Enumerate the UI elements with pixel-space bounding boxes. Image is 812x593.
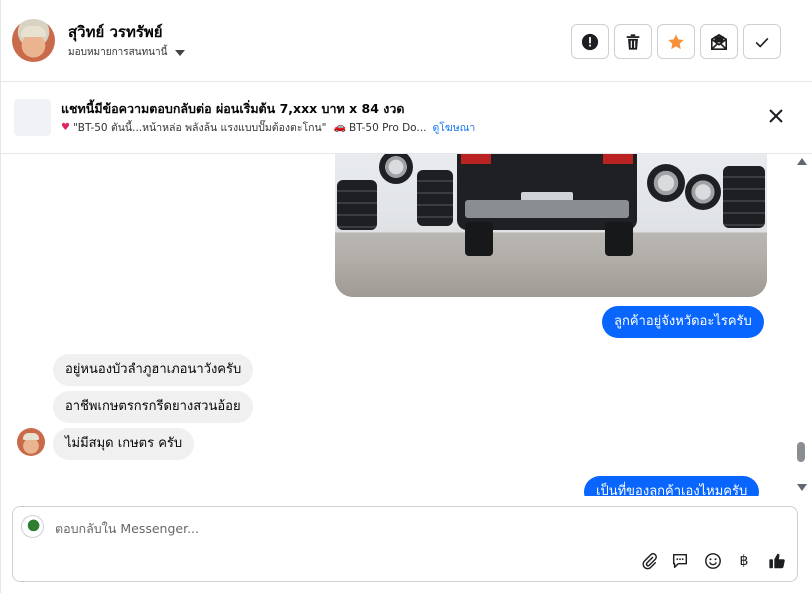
messenger-conversation: สุวิทย์ วรทรัพย์ มอบหมายการสนทนานี้ แชทน… [0,0,812,593]
photo-taillight [603,154,633,164]
ad-name: BT-50 Pro Do... [348,121,427,134]
ad-banner-details: ♥ "BT-50 ตันนี้...หน้าหล่อ พลังล้น แรงแบ… [61,119,475,136]
saved-replies-button[interactable] [669,550,691,572]
photo-truck-tire [605,222,633,256]
page-avatar [21,515,44,538]
scroll-down-arrow-icon[interactable] [797,484,807,491]
checkmark-icon [755,37,769,48]
report-button[interactable] [571,24,609,59]
mark-done-button[interactable] [743,24,781,59]
reply-composer: ฿ [12,506,798,582]
caret-down-icon [175,49,186,56]
vehicle-photo-attachment[interactable] [335,154,767,297]
star-button[interactable] [657,24,695,59]
message-bubble-outgoing[interactable]: เป็นที่ของลูกค้าเองไหมครับ [584,476,760,496]
report-icon [581,33,599,50]
photo-floor [335,256,767,297]
reply-input[interactable] [55,518,635,538]
message-bubble-incoming[interactable]: อาชีพเกษตรกรกรีดยางสวนอ้อย [53,391,253,423]
photo-truck-tire [465,222,493,256]
photo-wheel [379,154,413,184]
like-button[interactable] [766,550,788,572]
close-icon[interactable] [765,105,787,127]
message-list[interactable]: ลูกค้าอยู่จังหวัดอะไรครับ อยู่หนองบัวลำภ… [1,154,795,496]
saved-reply-icon [672,553,688,569]
attach-file-button[interactable] [638,550,660,572]
photo-truck [457,154,637,230]
photo-bumper [465,200,629,218]
emoji-button[interactable] [702,550,724,572]
mark-unread-button[interactable] [700,24,738,59]
contact-small-avatar [17,428,45,456]
photo-wheel [685,174,721,210]
heart-icon: ♥ [61,122,70,133]
star-icon [668,33,684,49]
photo-tire-stack [417,170,453,226]
scroll-up-arrow-icon[interactable] [797,158,807,165]
assign-label: มอบหมายการสนทนานี้ [68,47,168,58]
mark-unread-icon [710,33,728,50]
message-bubble-outgoing[interactable]: ลูกค้าอยู่จังหวัดอะไรครับ [602,306,764,338]
delete-button[interactable] [614,24,652,59]
scroll-thumb[interactable] [797,442,805,462]
attachment-icon [642,553,657,570]
message-bubble-incoming[interactable]: อยู่หนองบัวลำภูฮาเภอนาวังครับ [53,354,254,386]
photo-tire-stack [723,166,765,228]
message-scrollbar[interactable] [795,154,809,496]
contact-avatar[interactable] [12,19,55,62]
photo-wheel [647,164,685,202]
like-icon [769,553,785,569]
photo-tire-stack [337,180,377,230]
ad-context-banner: แชทนี้มีข้อความตอบกลับต่อ ผ่อนเริ่มต้น 7… [1,82,812,154]
payment-button[interactable]: ฿ [733,550,755,572]
contact-name[interactable]: สุวิทย์ วรทรัพย์ [68,20,163,44]
car-icon: 🚗 [333,122,346,133]
message-bubble-incoming[interactable]: ไม่มีสมุด เกษตร ครับ [53,428,195,460]
baht-icon: ฿ [739,553,749,569]
emoji-icon [705,553,721,569]
assign-conversation-dropdown[interactable]: มอบหมายการสนทนานี้ [68,45,186,60]
trash-icon [626,33,640,50]
ad-thumbnail [14,99,51,136]
conversation-header: สุวิทย์ วรทรัพย์ มอบหมายการสนทนานี้ [1,0,812,82]
view-ad-link[interactable]: ดูโฆษณา [432,119,475,136]
photo-taillight [461,154,491,164]
ad-banner-title: แชทนี้มีข้อความตอบกลับต่อ ผ่อนเริ่มต้น 7… [61,101,405,116]
ad-quote: "BT-50 ตันนี้...หน้าหล่อ พลังล้น แรงแบบป… [72,122,327,134]
